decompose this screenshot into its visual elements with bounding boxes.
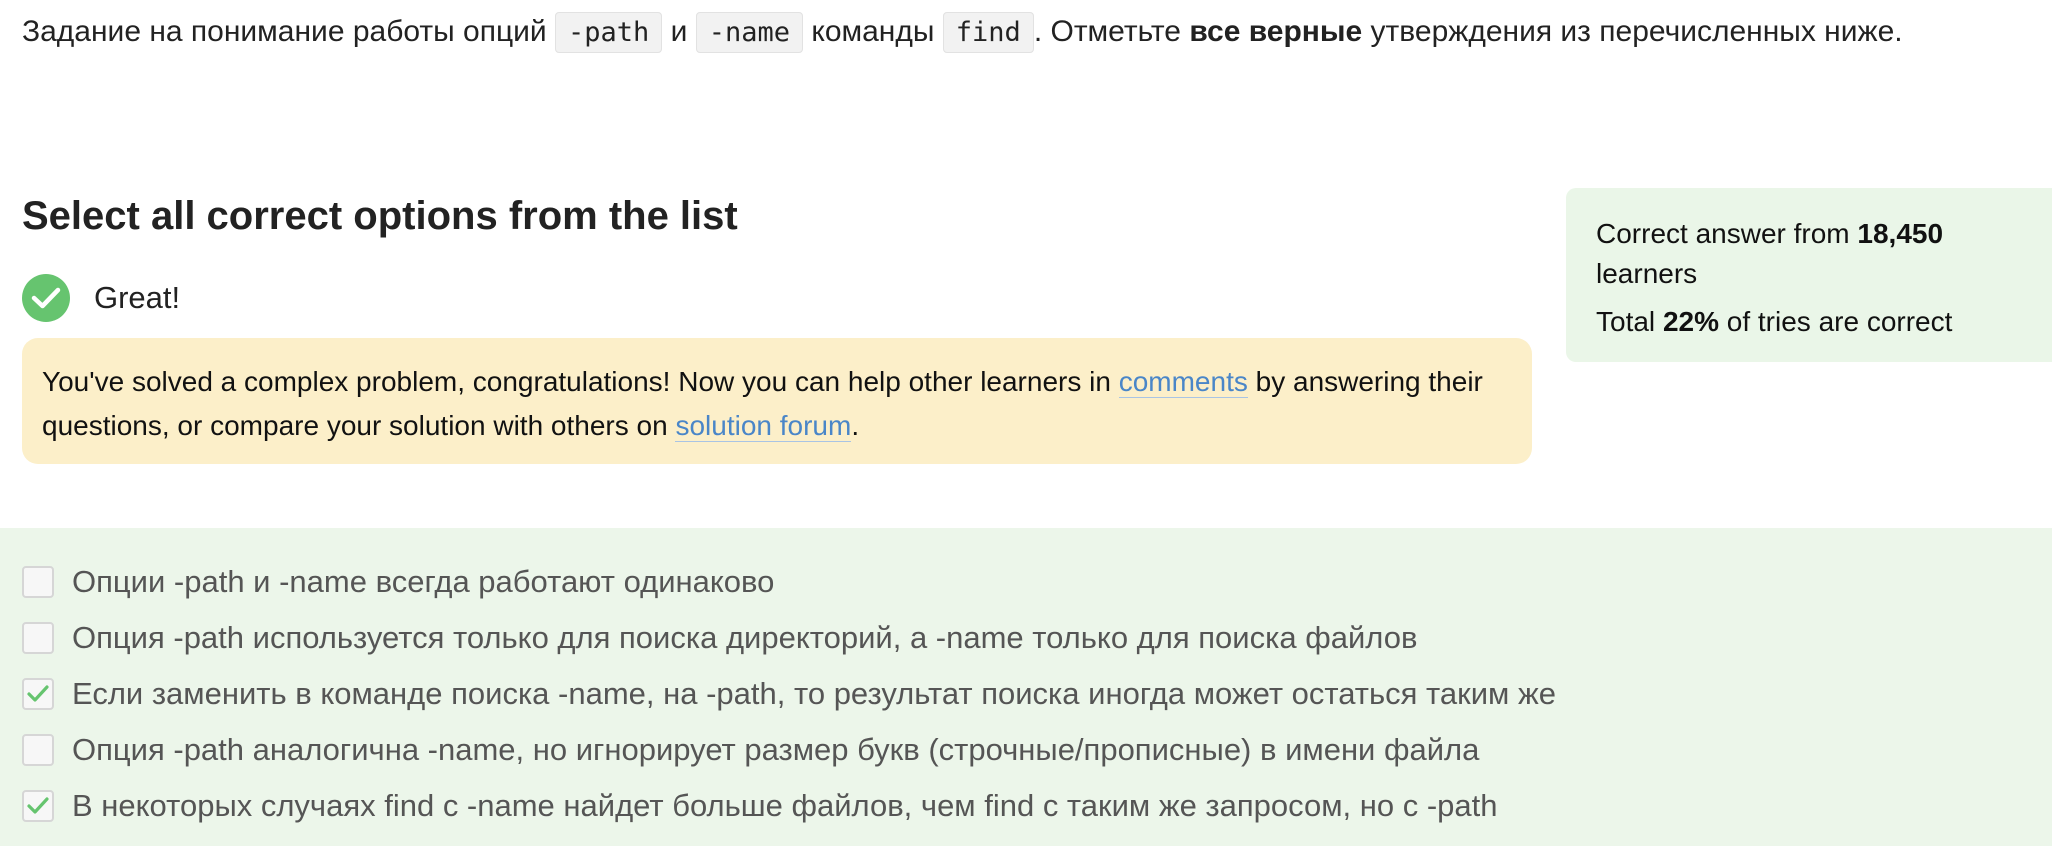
page-title: Select all correct options from the list bbox=[22, 194, 738, 238]
checkbox[interactable] bbox=[22, 734, 54, 766]
option-label[interactable]: Опция -path используется только для поис… bbox=[72, 620, 1417, 656]
option-label[interactable]: Опция -path аналогична -name, но игнорир… bbox=[72, 732, 1479, 768]
code-find: find bbox=[942, 12, 1034, 53]
task-text-4: . Отметьте bbox=[1033, 15, 1190, 48]
task-text-5: утверждения из перечисленных ниже. bbox=[1362, 15, 1903, 48]
code-path: -path bbox=[555, 12, 663, 53]
comments-link[interactable]: comments bbox=[1118, 366, 1248, 398]
option-item[interactable]: Опция -path используется только для поис… bbox=[22, 618, 1417, 658]
percent-suffix: of tries are correct bbox=[1718, 306, 1953, 337]
stats-suffix: learners bbox=[1596, 258, 1698, 289]
task-text-1: Задание на понимание работы опций bbox=[22, 15, 556, 48]
task-bold: все верные bbox=[1189, 15, 1363, 48]
checkbox[interactable] bbox=[22, 678, 54, 710]
congrats-message: You've solved a complex problem, congrat… bbox=[22, 338, 1532, 464]
congrats-text-1: You've solved a complex problem, congrat… bbox=[42, 366, 1119, 397]
stats-learners: Correct answer from 18,450 learners bbox=[1596, 214, 2022, 294]
options-list: Опции -path и -name всегда работают один… bbox=[0, 528, 2052, 846]
learners-count: 18,450 bbox=[1857, 218, 1944, 249]
checkmark-icon bbox=[27, 685, 49, 702]
result-status: Great! bbox=[22, 273, 180, 323]
checkbox[interactable] bbox=[22, 566, 54, 598]
task-description: Задание на понимание работы опций -path … bbox=[22, 8, 1903, 57]
stats-panel: Correct answer from 18,450 learners Tota… bbox=[1566, 188, 2052, 362]
task-text-2: и bbox=[662, 15, 696, 48]
stats-prefix: Correct answer from bbox=[1596, 218, 1858, 249]
percent-value: 22% bbox=[1662, 306, 1719, 337]
option-label[interactable]: В некоторых случаях find с -name найдет … bbox=[72, 788, 1498, 824]
quiz-page: Задание на понимание работы опций -path … bbox=[0, 0, 2052, 846]
check-circle-icon bbox=[22, 274, 70, 322]
code-name: -name bbox=[695, 12, 804, 53]
option-label[interactable]: Если заменить в команде поиска -name, на… bbox=[72, 676, 1556, 712]
congrats-text-3: . bbox=[851, 410, 860, 441]
task-text-3: команды bbox=[803, 15, 943, 48]
percent-prefix: Total bbox=[1596, 306, 1663, 337]
checkbox[interactable] bbox=[22, 622, 54, 654]
option-label[interactable]: Опции -path и -name всегда работают один… bbox=[72, 564, 774, 600]
option-item[interactable]: Опция -path аналогична -name, но игнорир… bbox=[22, 730, 1479, 770]
checkbox[interactable] bbox=[22, 790, 54, 822]
option-item[interactable]: Если заменить в команде поиска -name, на… bbox=[22, 674, 1556, 714]
option-item[interactable]: В некоторых случаях find с -name найдет … bbox=[22, 786, 1498, 826]
solution-forum-link[interactable]: solution forum bbox=[675, 410, 852, 442]
stats-percent: Total 22% of tries are correct bbox=[1596, 302, 2022, 342]
checkmark-icon bbox=[27, 797, 49, 814]
result-label: Great! bbox=[94, 280, 181, 315]
option-item[interactable]: Опции -path и -name всегда работают один… bbox=[22, 562, 774, 602]
